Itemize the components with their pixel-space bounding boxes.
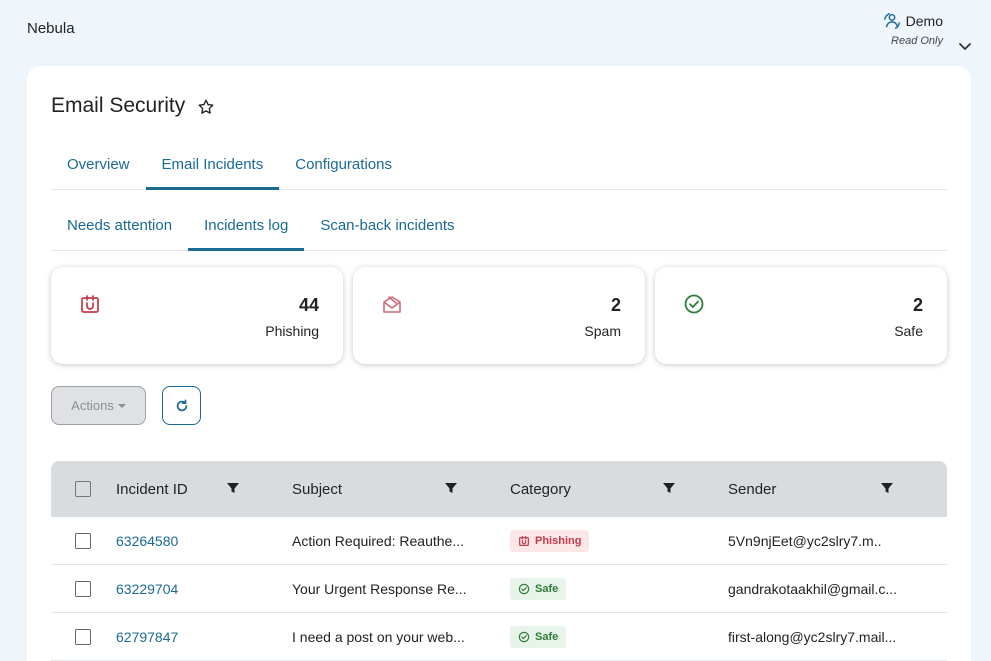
- main-card: Email Security Overview Email Incidents …: [27, 66, 971, 661]
- category-badge: Safe: [510, 577, 567, 600]
- top-bar: Nebula Demo Read Only: [0, 0, 991, 62]
- incidents-table: Incident ID Subject Category Sender 6326…: [51, 461, 947, 661]
- refresh-button[interactable]: [162, 386, 201, 425]
- safe-icon: [518, 583, 530, 595]
- filter-icon[interactable]: [880, 481, 894, 495]
- incident-id-link[interactable]: 63229704: [116, 581, 178, 597]
- stat-label: Phishing: [265, 323, 319, 339]
- stat-card-phishing[interactable]: 44 Phishing: [51, 267, 343, 364]
- app-name: Nebula: [27, 20, 75, 37]
- page-title: Email Security: [51, 94, 186, 117]
- stat-count: 44: [298, 295, 319, 315]
- filter-icon[interactable]: [226, 481, 240, 495]
- stats-row: 44 Phishing 2 Spam 2 Safe: [51, 267, 947, 364]
- filter-icon[interactable]: [444, 481, 458, 495]
- stat-card-safe[interactable]: 2 Safe: [655, 267, 947, 364]
- tab-overview[interactable]: Overview: [51, 146, 146, 189]
- category-label: Phishing: [535, 534, 582, 547]
- safe-icon: [518, 631, 530, 643]
- actions-dropdown-button[interactable]: Actions: [51, 386, 146, 425]
- stat-count: 2: [912, 295, 923, 315]
- filter-icon[interactable]: [662, 481, 676, 495]
- stat-card-spam[interactable]: 2 Spam: [353, 267, 645, 364]
- incident-subject: I need a post on your web...: [292, 628, 465, 645]
- stat-label: Spam: [584, 323, 621, 339]
- tab-scan-back-incidents[interactable]: Scan-back incidents: [304, 207, 470, 250]
- row-checkbox[interactable]: [75, 628, 91, 645]
- caret-down-icon: [117, 402, 126, 410]
- incident-id-link[interactable]: 63264580: [116, 533, 178, 549]
- refresh-icon: [175, 398, 189, 413]
- sub-tabs: Needs attention Incidents log Scan-back …: [51, 207, 947, 251]
- star-icon[interactable]: [197, 98, 215, 116]
- table-row[interactable]: 63229704 Your Urgent Response Re... Safe…: [51, 565, 947, 613]
- category-badge: Phishing: [510, 529, 590, 552]
- column-header-category[interactable]: Category: [510, 481, 571, 498]
- column-header-incident-id[interactable]: Incident ID: [116, 481, 188, 498]
- column-header-subject[interactable]: Subject: [292, 481, 342, 498]
- incident-sender: 5Vn9njEet@yc2slry7.m..: [728, 532, 882, 549]
- incident-sender: first-along@yc2slry7.mail...: [728, 628, 897, 645]
- table-header: Incident ID Subject Category Sender: [51, 461, 947, 517]
- incident-sender: gandrakotaakhil@gmail.c...: [728, 580, 898, 597]
- tab-incidents-log[interactable]: Incidents log: [188, 207, 305, 251]
- table-row[interactable]: 63264580 Action Required: Reauthe... Phi…: [51, 517, 947, 565]
- column-header-sender[interactable]: Sender: [728, 481, 776, 498]
- main-tabs: Overview Email Incidents Configurations: [51, 146, 947, 190]
- incident-id-link[interactable]: 62797847: [116, 629, 178, 645]
- select-all-checkbox[interactable]: [75, 481, 91, 497]
- user-switch-icon: [883, 12, 901, 30]
- toolbar: Actions: [51, 386, 201, 425]
- tab-needs-attention[interactable]: Needs attention: [51, 207, 188, 250]
- stat-count: 2: [610, 295, 621, 315]
- category-badge: Safe: [510, 625, 567, 648]
- tab-email-incidents[interactable]: Email Incidents: [145, 146, 280, 190]
- safe-icon: [683, 293, 705, 315]
- category-label: Safe: [535, 582, 559, 595]
- user-name: Demo: [905, 13, 943, 29]
- tab-configurations[interactable]: Configurations: [279, 146, 408, 189]
- chevron-down-icon[interactable]: [957, 38, 973, 54]
- incident-subject: Action Required: Reauthe...: [292, 532, 464, 549]
- row-checkbox[interactable]: [75, 532, 91, 549]
- user-role: Read Only: [891, 35, 943, 47]
- category-label: Safe: [535, 630, 559, 643]
- user-menu[interactable]: Demo Read Only: [883, 12, 943, 47]
- actions-label: Actions: [71, 398, 114, 413]
- row-checkbox[interactable]: [75, 580, 91, 597]
- phishing-icon: [79, 293, 101, 315]
- spam-icon: [381, 293, 403, 315]
- table-row[interactable]: 62797847 I need a post on your web... Sa…: [51, 613, 947, 661]
- stat-label: Safe: [894, 323, 923, 339]
- phishing-icon: [518, 535, 530, 547]
- incident-subject: Your Urgent Response Re...: [292, 580, 467, 597]
